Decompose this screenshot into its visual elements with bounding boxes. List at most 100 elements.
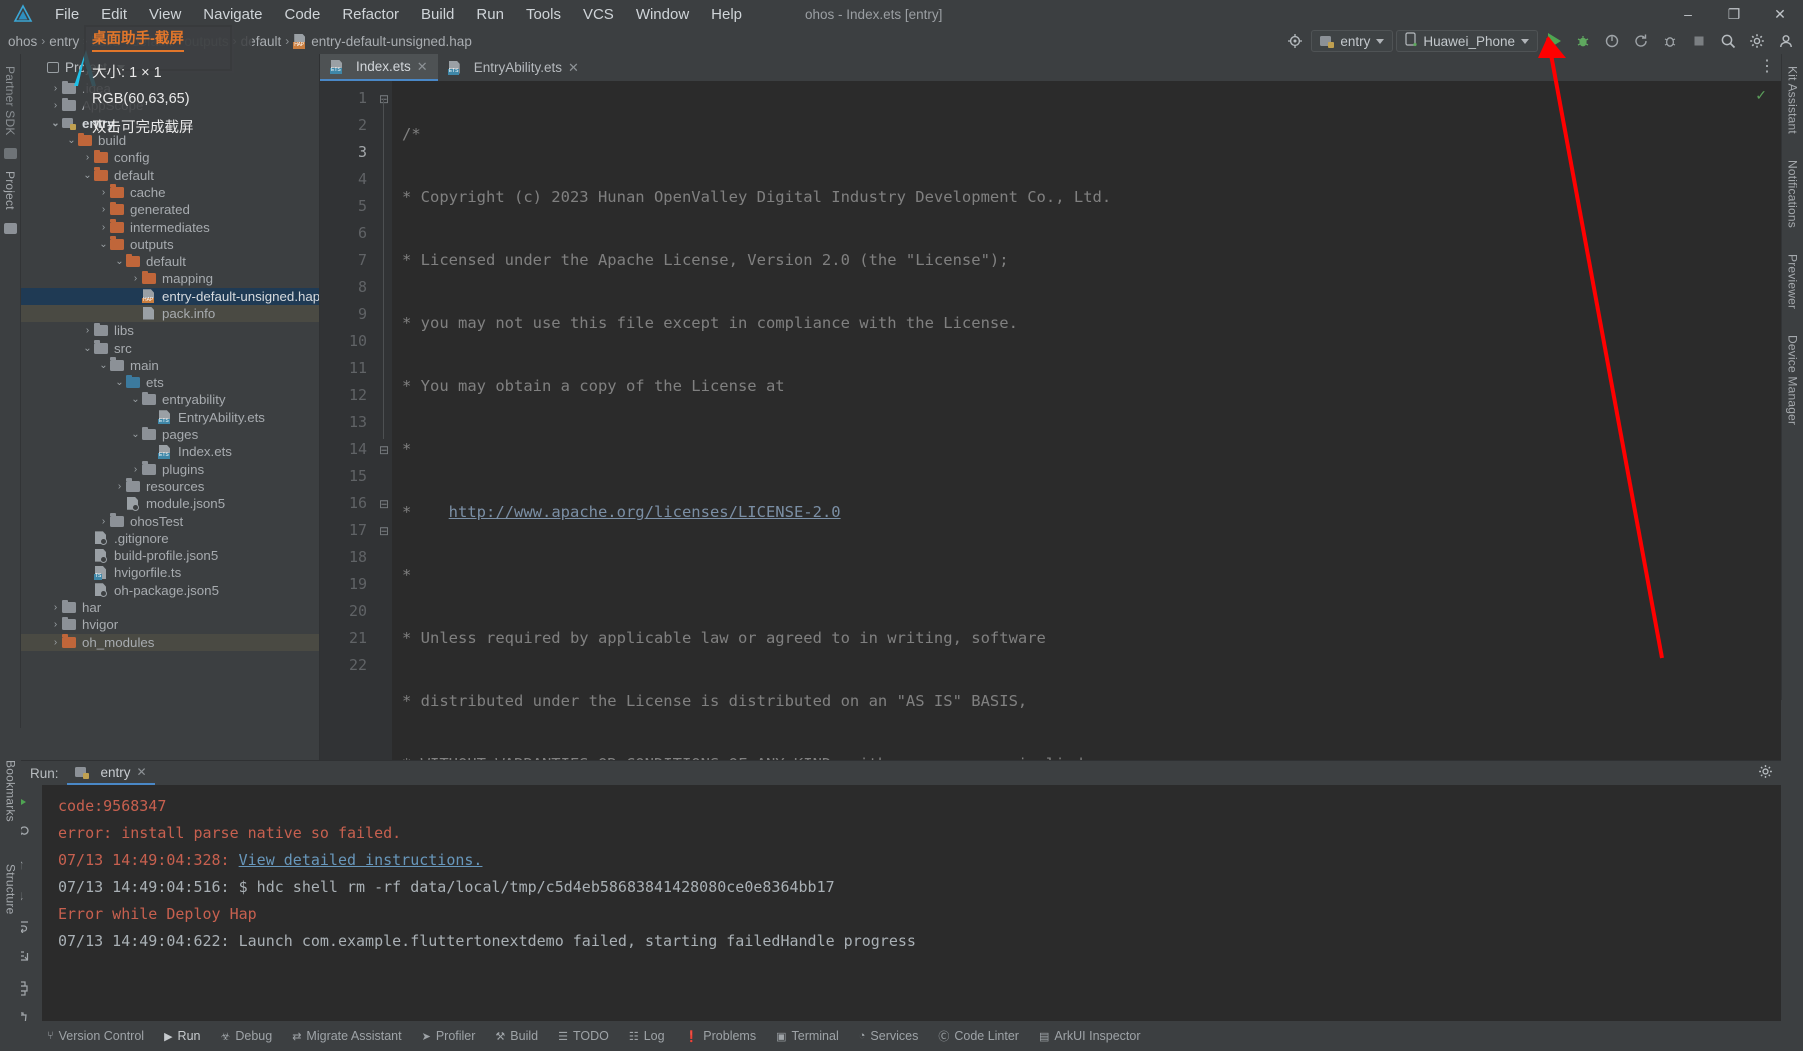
tree-row[interactable]: › intermediates bbox=[21, 218, 319, 235]
chevron-right-icon[interactable]: › bbox=[129, 464, 142, 475]
checkmark-icon[interactable]: ✓ bbox=[1755, 87, 1767, 104]
chevron-right-icon[interactable]: › bbox=[97, 222, 110, 233]
chevron-right-icon[interactable]: › bbox=[129, 273, 142, 284]
tree-row[interactable]: ⌄ default bbox=[21, 253, 319, 270]
menu-run[interactable]: Run bbox=[465, 3, 515, 26]
chevron-down-icon[interactable]: ⌄ bbox=[65, 135, 78, 146]
maximize-button[interactable]: ❐ bbox=[1711, 0, 1757, 28]
chevron-down-icon[interactable]: ⌄ bbox=[113, 377, 126, 388]
status-bar-item-problems[interactable]: ❗ Problems bbox=[676, 1027, 766, 1045]
tree-row[interactable]: › oh_modules bbox=[21, 633, 319, 651]
menu-navigate[interactable]: Navigate bbox=[192, 3, 273, 26]
debug-button[interactable] bbox=[1570, 29, 1596, 53]
status-bar-item-code-linter[interactable]: Ⓒ Code Linter bbox=[929, 1026, 1028, 1046]
status-bar-item-profiler[interactable]: ➤ Profiler bbox=[413, 1027, 485, 1045]
menu-code[interactable]: Code bbox=[273, 3, 331, 26]
tree-row[interactable]: ⌄ main bbox=[21, 357, 319, 374]
right-rail-previewer[interactable]: Previewer bbox=[1786, 246, 1800, 317]
chevron-right-icon[interactable]: › bbox=[97, 516, 110, 527]
status-bar-item-run[interactable]: ▶ Run bbox=[155, 1027, 209, 1045]
status-bar-item-debug[interactable]: ☣ Debug bbox=[211, 1027, 281, 1045]
status-bar-item-migrate-assistant[interactable]: ⇄ Migrate Assistant bbox=[283, 1027, 410, 1045]
rerun-button[interactable] bbox=[1628, 29, 1654, 53]
status-bar-item-build[interactable]: ⚒ Build bbox=[486, 1027, 547, 1045]
search-icon[interactable] bbox=[1715, 29, 1741, 53]
tree-row[interactable]: ›oh-package.json5 bbox=[21, 582, 319, 599]
tree-row[interactable]: › hvigor bbox=[21, 616, 319, 633]
chevron-down-icon[interactable]: ⌄ bbox=[81, 343, 94, 354]
tree-row[interactable]: ⌄ src bbox=[21, 339, 319, 356]
tree-row[interactable]: ›build-profile.json5 bbox=[21, 547, 319, 564]
minimize-button[interactable]: – bbox=[1665, 0, 1711, 28]
status-bar-item-services[interactable]: ◔ Services bbox=[850, 1027, 928, 1045]
chevron-down-icon[interactable]: ⌄ bbox=[129, 394, 142, 405]
account-icon[interactable] bbox=[1773, 29, 1799, 53]
status-bar-item-terminal[interactable]: ▣ Terminal bbox=[767, 1027, 848, 1045]
menu-vcs[interactable]: VCS bbox=[572, 3, 625, 26]
tree-row[interactable]: ›ETSIndex.ets bbox=[21, 443, 319, 460]
left-rail-project[interactable]: Project bbox=[3, 163, 17, 218]
tree-row[interactable]: ›.gitignore bbox=[21, 530, 319, 547]
attach-debugger-button[interactable] bbox=[1657, 29, 1683, 53]
tree-row[interactable]: ⌄ pages bbox=[21, 426, 319, 443]
gear-icon[interactable] bbox=[1744, 29, 1770, 53]
right-rail-notifications[interactable]: Notifications bbox=[1786, 152, 1800, 236]
chevron-right-icon[interactable]: › bbox=[49, 83, 62, 94]
tree-row[interactable]: › config bbox=[21, 149, 319, 166]
license-link[interactable]: http://www.apache.org/licenses/LICENSE-2… bbox=[449, 503, 841, 521]
tree-row[interactable]: ⌄ outputs bbox=[21, 236, 319, 253]
left-rail-structure[interactable]: Structure bbox=[4, 856, 18, 923]
status-bar-item-version-control[interactable]: ⑂ Version Control bbox=[38, 1027, 153, 1045]
chevron-right-icon[interactable]: › bbox=[81, 152, 94, 163]
close-button[interactable]: ✕ bbox=[1757, 0, 1803, 28]
run-button[interactable] bbox=[1541, 29, 1567, 53]
chevron-down-icon[interactable]: ⌄ bbox=[129, 429, 142, 440]
chevron-down-icon[interactable]: ⌄ bbox=[81, 170, 94, 181]
menu-help[interactable]: Help bbox=[700, 3, 753, 26]
menu-build[interactable]: Build bbox=[410, 3, 465, 26]
tree-row[interactable]: › cache bbox=[21, 184, 319, 201]
close-icon[interactable]: ✕ bbox=[568, 60, 579, 76]
chevron-right-icon[interactable]: › bbox=[81, 325, 94, 336]
close-icon[interactable]: ✕ bbox=[137, 765, 147, 779]
tree-row[interactable]: › ohosTest bbox=[21, 512, 319, 529]
tree-row[interactable]: › plugins bbox=[21, 461, 319, 478]
profile-button[interactable] bbox=[1599, 29, 1625, 53]
fold-toggle-icon[interactable]: ⊟ bbox=[376, 517, 392, 544]
tree-row[interactable]: ⌄ default bbox=[21, 166, 319, 183]
right-rail-kit-assistant[interactable]: Kit Assistant bbox=[1786, 58, 1800, 142]
run-console[interactable]: code:9568347 error: install parse native… bbox=[42, 785, 1803, 1051]
menu-file[interactable]: File bbox=[44, 3, 90, 26]
menu-edit[interactable]: Edit bbox=[90, 3, 138, 26]
gear-icon[interactable] bbox=[1758, 764, 1773, 782]
chevron-right-icon[interactable]: › bbox=[97, 204, 110, 215]
run-tab-entry[interactable]: entry ✕ bbox=[66, 761, 155, 785]
tree-row[interactable]: ›pack.info bbox=[21, 304, 319, 323]
module-selector[interactable]: entry bbox=[1311, 30, 1394, 52]
fold-toggle-icon[interactable]: ⊟ bbox=[376, 85, 392, 112]
target-device-icon[interactable] bbox=[1282, 29, 1308, 53]
tree-row[interactable]: ⌄ entryability bbox=[21, 391, 319, 408]
chevron-down-icon[interactable]: ⌄ bbox=[49, 118, 62, 129]
fold-toggle-icon[interactable]: ⊟ bbox=[376, 490, 392, 517]
chevron-right-icon[interactable]: › bbox=[49, 619, 62, 630]
tree-row[interactable]: ⌄ ets bbox=[21, 374, 319, 391]
tree-row[interactable]: › resources bbox=[21, 478, 319, 495]
tree-row[interactable]: › libs bbox=[21, 322, 319, 339]
chevron-down-icon[interactable]: ⌄ bbox=[97, 360, 110, 371]
tab-index-ets[interactable]: ETS Index.ets ✕ bbox=[320, 54, 438, 81]
breadcrumb-item-ohos[interactable]: ohos bbox=[8, 34, 37, 49]
tree-row[interactable]: › har bbox=[21, 599, 319, 616]
fold-toggle-icon[interactable]: ⊟ bbox=[376, 436, 392, 463]
chevron-right-icon[interactable]: › bbox=[97, 187, 110, 198]
tree-row[interactable]: ›HAPentry-default-unsigned.hap bbox=[21, 287, 319, 305]
chevron-down-icon[interactable]: ⌄ bbox=[97, 239, 110, 250]
chevron-right-icon[interactable]: › bbox=[49, 100, 62, 111]
view-detailed-instructions-link[interactable]: View detailed instructions. bbox=[239, 851, 483, 869]
chevron-right-icon[interactable]: › bbox=[49, 602, 62, 613]
tree-row[interactable]: ›module.json5 bbox=[21, 495, 319, 512]
menu-refactor[interactable]: Refactor bbox=[331, 3, 410, 26]
stop-button[interactable] bbox=[1686, 29, 1712, 53]
chevron-right-icon[interactable]: › bbox=[113, 481, 126, 492]
more-tabs-icon[interactable]: ⋮ bbox=[1759, 56, 1775, 76]
